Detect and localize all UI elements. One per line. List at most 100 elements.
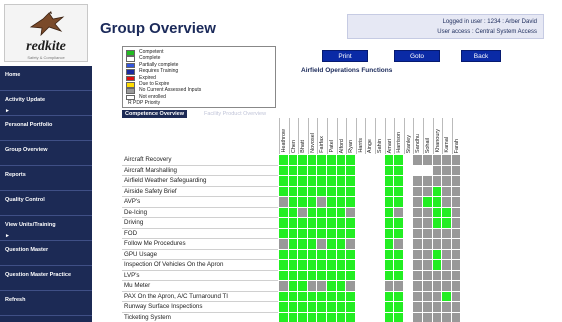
status-cell[interactable] xyxy=(298,165,308,176)
status-cell[interactable] xyxy=(442,260,452,271)
status-cell[interactable] xyxy=(327,155,337,166)
status-cell[interactable] xyxy=(288,155,299,166)
status-cell[interactable] xyxy=(298,186,308,197)
status-cell[interactable] xyxy=(432,270,443,281)
status-cell[interactable] xyxy=(355,155,366,166)
status-cell[interactable] xyxy=(336,197,347,208)
status-cell[interactable] xyxy=(346,186,356,197)
function-name[interactable]: Mu Meter xyxy=(122,281,278,292)
sidebar-item-question-master[interactable]: Question Master xyxy=(0,241,92,266)
status-cell[interactable] xyxy=(288,165,299,176)
status-cell[interactable] xyxy=(355,281,366,292)
status-cell[interactable] xyxy=(375,312,385,322)
status-cell[interactable] xyxy=(327,228,337,239)
status-cell[interactable] xyxy=(413,239,423,250)
status-cell[interactable] xyxy=(394,260,404,271)
status-cell[interactable] xyxy=(403,155,414,166)
status-cell[interactable] xyxy=(442,165,452,176)
employee-column[interactable]: Sandhu xyxy=(413,118,422,154)
status-cell[interactable] xyxy=(365,239,375,250)
status-cell[interactable] xyxy=(403,176,414,187)
status-cell[interactable] xyxy=(327,270,337,281)
function-name[interactable]: De-Icing xyxy=(122,208,278,218)
status-cell[interactable] xyxy=(442,312,452,322)
status-cell[interactable] xyxy=(279,176,289,187)
status-cell[interactable] xyxy=(317,197,327,208)
status-cell[interactable] xyxy=(413,207,423,218)
status-cell[interactable] xyxy=(355,270,366,281)
status-cell[interactable] xyxy=(307,165,318,176)
tab-facility-product-overview[interactable]: Facility Product Overview xyxy=(204,110,266,118)
status-cell[interactable] xyxy=(432,176,443,187)
status-cell[interactable] xyxy=(413,312,423,322)
function-name[interactable]: LVP's xyxy=(122,271,278,281)
status-cell[interactable] xyxy=(413,165,423,176)
status-cell[interactable] xyxy=(451,239,462,250)
function-name[interactable]: FOD xyxy=(122,229,278,239)
status-cell[interactable] xyxy=(307,207,318,218)
function-name[interactable]: Runway Surface Inspections xyxy=(122,302,278,313)
status-cell[interactable] xyxy=(423,291,433,302)
status-cell[interactable] xyxy=(279,165,289,176)
status-cell[interactable] xyxy=(442,228,452,239)
status-cell[interactable] xyxy=(355,218,366,229)
status-cell[interactable] xyxy=(365,270,375,281)
status-cell[interactable] xyxy=(365,207,375,218)
status-cell[interactable] xyxy=(384,249,395,260)
goto-button[interactable]: Goto xyxy=(394,50,440,62)
status-cell[interactable] xyxy=(346,239,356,250)
status-cell[interactable] xyxy=(384,302,395,313)
status-cell[interactable] xyxy=(432,291,443,302)
employee-column[interactable]: Patel xyxy=(327,118,336,154)
status-cell[interactable] xyxy=(279,281,289,292)
status-cell[interactable] xyxy=(375,176,385,187)
function-name[interactable]: Driving xyxy=(122,218,278,229)
status-cell[interactable] xyxy=(336,176,347,187)
redkite-logo[interactable]: redkite Safety & Compliance xyxy=(4,4,88,62)
status-cell[interactable] xyxy=(394,302,404,313)
status-cell[interactable] xyxy=(288,302,299,313)
status-cell[interactable] xyxy=(442,218,452,229)
function-name[interactable]: Airside Safety Brief xyxy=(122,187,278,197)
status-cell[interactable] xyxy=(403,249,414,260)
status-cell[interactable] xyxy=(279,197,289,208)
status-cell[interactable] xyxy=(432,207,443,218)
status-cell[interactable] xyxy=(336,207,347,218)
status-cell[interactable] xyxy=(375,249,385,260)
status-cell[interactable] xyxy=(307,186,318,197)
status-cell[interactable] xyxy=(375,302,385,313)
status-cell[interactable] xyxy=(365,186,375,197)
status-cell[interactable] xyxy=(327,281,337,292)
status-cell[interactable] xyxy=(413,260,423,271)
function-name[interactable]: GPU Usage xyxy=(122,250,278,260)
status-cell[interactable] xyxy=(307,239,318,250)
status-cell[interactable] xyxy=(375,165,385,176)
employee-column[interactable]: Heathrow xyxy=(279,118,288,154)
status-cell[interactable] xyxy=(336,312,347,322)
status-cell[interactable] xyxy=(394,155,404,166)
status-cell[interactable] xyxy=(298,155,308,166)
status-cell[interactable] xyxy=(413,186,423,197)
status-cell[interactable] xyxy=(432,239,443,250)
status-cell[interactable] xyxy=(423,186,433,197)
status-cell[interactable] xyxy=(413,291,423,302)
status-cell[interactable] xyxy=(288,176,299,187)
status-cell[interactable] xyxy=(384,270,395,281)
status-cell[interactable] xyxy=(413,281,423,292)
status-cell[interactable] xyxy=(279,186,289,197)
employee-column[interactable]: Ainge xyxy=(365,118,374,154)
status-cell[interactable] xyxy=(423,312,433,322)
sidebar-item-refresh[interactable]: Refresh xyxy=(0,291,92,316)
status-cell[interactable] xyxy=(394,228,404,239)
employee-column[interactable]: Harrison xyxy=(394,118,403,154)
status-cell[interactable] xyxy=(298,291,308,302)
status-cell[interactable] xyxy=(394,207,404,218)
status-cell[interactable] xyxy=(394,291,404,302)
status-cell[interactable] xyxy=(403,218,414,229)
status-cell[interactable] xyxy=(413,302,423,313)
status-cell[interactable] xyxy=(317,260,327,271)
status-cell[interactable] xyxy=(394,176,404,187)
status-cell[interactable] xyxy=(432,312,443,322)
status-cell[interactable] xyxy=(355,186,366,197)
status-cell[interactable] xyxy=(298,270,308,281)
